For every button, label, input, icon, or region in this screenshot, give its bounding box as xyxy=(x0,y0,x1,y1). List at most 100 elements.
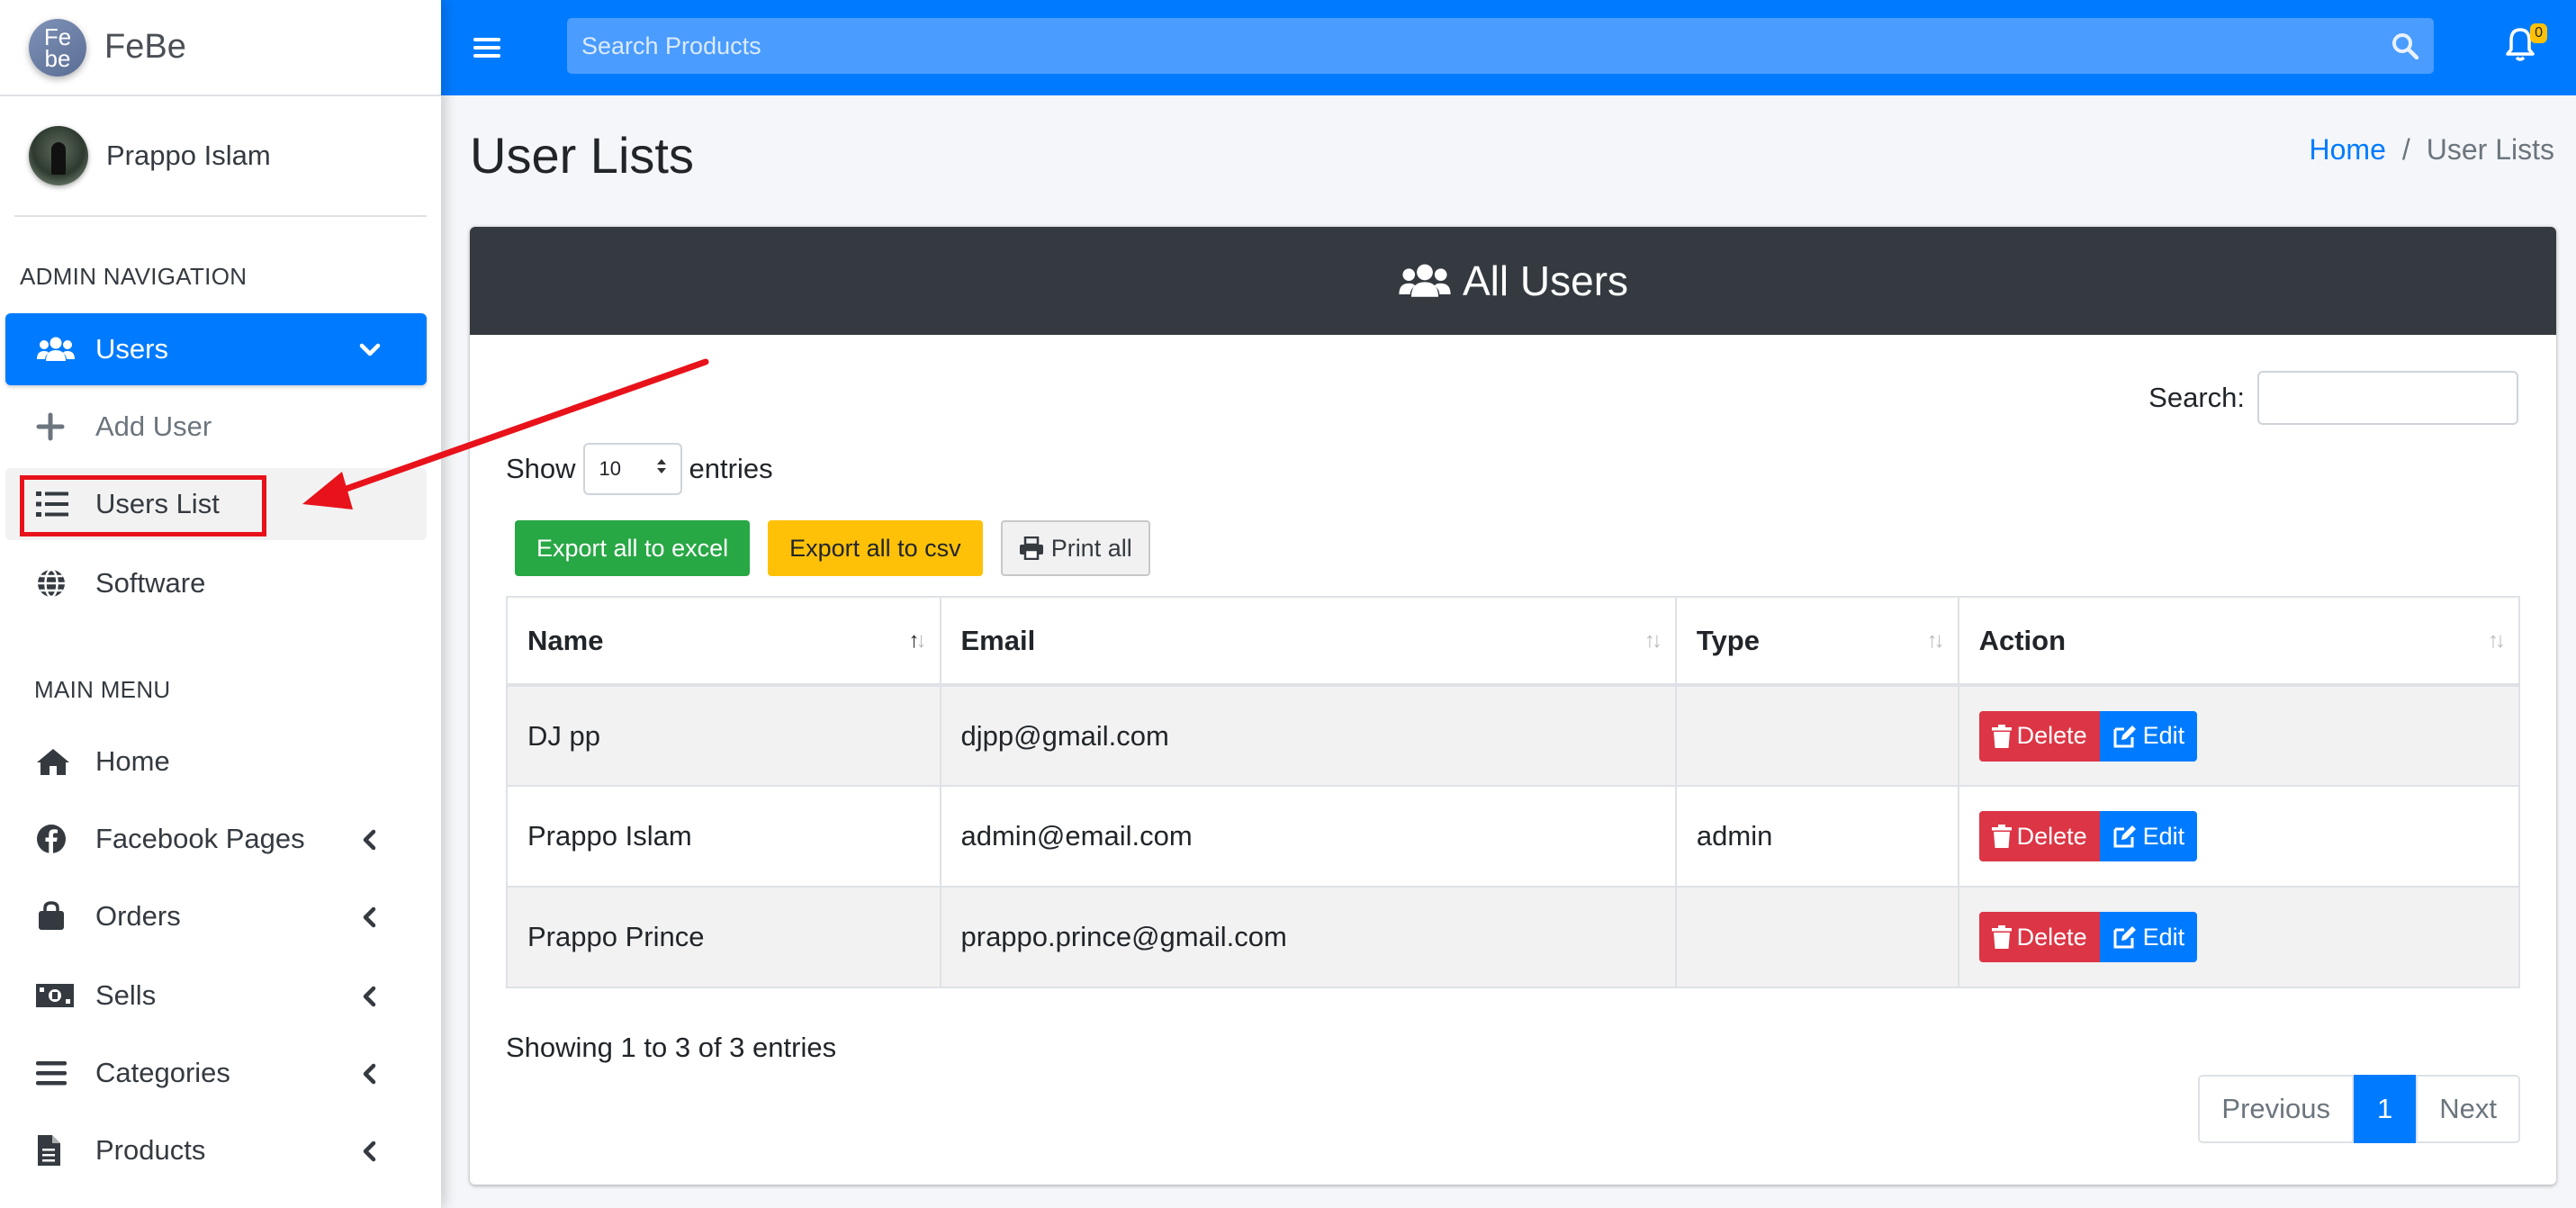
table-search-input[interactable] xyxy=(2257,371,2518,425)
trash-icon xyxy=(1991,925,2012,949)
chevron-left-icon xyxy=(358,1138,382,1170)
edit-icon xyxy=(2112,825,2138,848)
breadcrumb-home-link[interactable]: Home xyxy=(2310,133,2386,167)
column-header-email[interactable]: Email ↑↓ xyxy=(939,596,1677,687)
sidebar-item-facebook-pages[interactable]: Facebook Pages xyxy=(5,803,427,875)
delete-button[interactable]: Delete xyxy=(1978,912,2100,962)
cell-type: admin xyxy=(1674,785,1959,888)
cell-email: prappo.prince@gmail.com xyxy=(939,886,1677,988)
sidebar-item-software[interactable]: Software xyxy=(5,547,427,619)
export-excel-button[interactable]: Export all to excel xyxy=(515,520,751,576)
cell-name: DJ pp xyxy=(506,684,941,787)
sidebar-item-facebook-pages-label: Facebook Pages xyxy=(95,823,305,854)
table-header-row: Name ↑↓ Email ↑↓ Type ↑↓ Action ↑↓ xyxy=(506,596,2521,687)
pagination-next[interactable]: Next xyxy=(2416,1075,2520,1143)
sidebar-item-sells[interactable]: Sells xyxy=(5,960,427,1032)
cell-action: Delete Edit xyxy=(1957,684,2521,787)
entries-length-control: Show 10 entries xyxy=(506,443,773,495)
sort-icon: ↑↓ xyxy=(1644,628,1662,653)
nav-header-admin: ADMIN NAVIGATION xyxy=(20,263,248,290)
print-all-label: Print all xyxy=(1050,534,1132,562)
breadcrumb-separator: / xyxy=(2401,133,2410,166)
sidebar-item-home[interactable]: Home xyxy=(5,726,427,798)
all-users-card: All Users Search: Show 10 entries Export… xyxy=(470,227,2556,1185)
cell-name: Prappo Prince xyxy=(506,886,941,988)
search-icon[interactable] xyxy=(2376,32,2434,59)
export-buttons: Export all to excel Export all to csv Pr… xyxy=(515,520,1168,576)
sidebar-item-add-user[interactable]: Add User xyxy=(5,391,427,463)
table-search: Search: xyxy=(2148,371,2518,425)
annotation-highlight-box xyxy=(20,475,266,536)
page-title: User Lists xyxy=(470,127,694,184)
pagination-previous[interactable]: Previous xyxy=(2198,1075,2354,1143)
delete-button[interactable]: Delete xyxy=(1978,811,2100,861)
users-icon xyxy=(36,333,76,365)
edit-button[interactable]: Edit xyxy=(2099,710,2198,762)
avatar xyxy=(29,126,88,185)
sidebar-item-add-user-label: Add User xyxy=(95,410,212,442)
breadcrumb-current: User Lists xyxy=(2426,133,2554,166)
column-header-type[interactable]: Type ↑↓ xyxy=(1674,596,1959,687)
sidebar-item-products[interactable]: Products xyxy=(5,1114,427,1186)
table-search-label: Search: xyxy=(2148,382,2245,413)
home-icon xyxy=(36,745,76,778)
top-navbar: 0 xyxy=(441,0,2576,95)
sidebar-item-software-label: Software xyxy=(95,567,206,599)
money-bill-icon xyxy=(36,979,76,1012)
product-search-bar xyxy=(567,18,2434,74)
breadcrumb: Home / User Lists xyxy=(2310,133,2555,167)
card-header: All Users xyxy=(470,227,2556,335)
column-header-action[interactable]: Action ↑↓ xyxy=(1957,596,2521,687)
sort-asc-icon: ↑↓ xyxy=(908,628,927,653)
trash-icon xyxy=(1991,724,2012,748)
brand-logo-icon: Fe be xyxy=(29,18,86,77)
edit-icon xyxy=(2112,925,2138,949)
sidebar-item-users[interactable]: Users xyxy=(5,313,427,385)
chevron-left-icon xyxy=(358,1060,382,1093)
table-row: Prappo Prince prappo.prince@gmail.com De… xyxy=(506,886,2521,988)
sort-icon: ↑↓ xyxy=(2488,628,2506,653)
cell-type xyxy=(1674,684,1959,787)
chevron-left-icon xyxy=(358,904,382,936)
brand-link[interactable]: Fe be FeBe xyxy=(0,0,441,96)
table-row: Prappo Islam admin@email.com admin Delet… xyxy=(506,785,2521,888)
facebook-icon xyxy=(36,823,76,855)
export-csv-button[interactable]: Export all to csv xyxy=(768,520,983,576)
chevron-left-icon xyxy=(358,826,382,859)
sidebar-item-categories[interactable]: Categories xyxy=(5,1037,427,1109)
pagination-page-1[interactable]: 1 xyxy=(2354,1075,2417,1143)
chevron-left-icon xyxy=(358,983,382,1015)
edit-button[interactable]: Edit xyxy=(2099,811,2198,861)
edit-icon xyxy=(2112,725,2138,748)
delete-button[interactable]: Delete xyxy=(1978,710,2100,762)
cell-email: djpp@gmail.com xyxy=(939,684,1677,787)
cell-type xyxy=(1674,886,1959,988)
print-all-button[interactable]: Print all xyxy=(1000,520,1150,576)
cell-action: Delete Edit xyxy=(1957,886,2521,988)
print-icon xyxy=(1019,536,1044,560)
sidebar-item-orders-label: Orders xyxy=(95,900,181,932)
chevron-down-icon xyxy=(358,337,382,369)
column-header-name[interactable]: Name ↑↓ xyxy=(506,596,941,687)
sidebar-item-home-label: Home xyxy=(95,745,170,777)
shopping-bag-icon xyxy=(36,900,76,933)
sidebar-item-orders[interactable]: Orders xyxy=(5,880,427,952)
user-name: Prappo Islam xyxy=(106,140,271,171)
product-search-input[interactable] xyxy=(567,18,2376,74)
plus-icon xyxy=(36,410,76,443)
card-title: All Users xyxy=(1462,257,1629,304)
users-table: Name ↑↓ Email ↑↓ Type ↑↓ Action ↑↓ DJ pp djp… xyxy=(506,596,2521,988)
sidebar-item-categories-label: Categories xyxy=(95,1057,230,1088)
hamburger-menu-icon[interactable] xyxy=(473,33,520,62)
edit-button[interactable]: Edit xyxy=(2099,912,2198,962)
pagination: Previous 1 Next xyxy=(2198,1075,2520,1143)
notification-count-badge: 0 xyxy=(2530,23,2547,43)
sidebar-item-sells-label: Sells xyxy=(95,979,157,1011)
cell-action: Delete Edit xyxy=(1957,785,2521,888)
brand-name: FeBe xyxy=(104,28,186,66)
user-panel[interactable]: Prappo Islam xyxy=(14,96,427,217)
notifications-bell[interactable]: 0 xyxy=(2504,23,2547,67)
select-updown-icon xyxy=(655,456,668,482)
cell-name: Prappo Islam xyxy=(506,785,941,888)
entries-per-page-select[interactable]: 10 xyxy=(582,443,682,495)
